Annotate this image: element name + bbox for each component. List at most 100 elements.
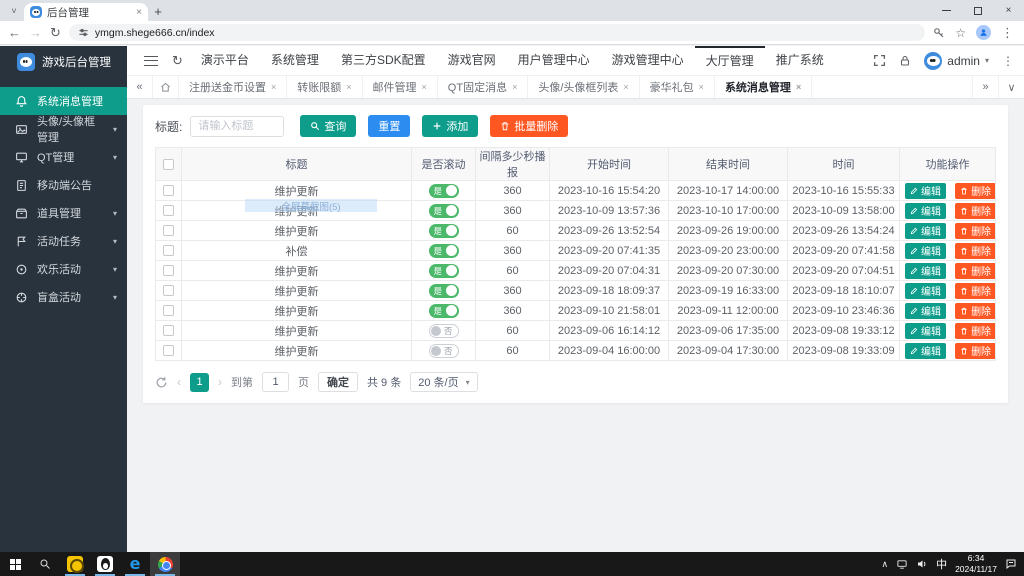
sidebar-item-system-messages[interactable]: 系统消息管理 [0, 87, 127, 115]
scroll-toggle[interactable]: 是 [428, 263, 459, 278]
row-checkbox[interactable] [163, 325, 174, 337]
close-icon[interactable]: × [271, 82, 276, 92]
lock-icon[interactable] [899, 55, 911, 67]
taskbar-clock[interactable]: 6:34 2024/11/17 [955, 553, 997, 574]
tab-close-icon[interactable]: × [136, 7, 142, 18]
volume-icon[interactable] [916, 558, 928, 570]
row-checkbox[interactable] [163, 285, 174, 297]
edit-button[interactable]: 编辑 [905, 182, 946, 199]
topnav-item-hall-manage[interactable]: 大厅管理 [694, 45, 765, 76]
batch-delete-button[interactable]: 批量删除 [490, 115, 569, 137]
reload-button[interactable]: ↻ [50, 26, 61, 39]
delete-button[interactable]: 删除 [955, 322, 995, 339]
sidebar-item-blindbox-activity[interactable]: 盲盒活动 ▾ [0, 283, 127, 311]
start-button[interactable] [0, 552, 30, 576]
site-info-icon[interactable] [78, 27, 89, 38]
tabs-scroll-right-button[interactable]: » [972, 76, 998, 98]
bookmark-star-icon[interactable]: ☆ [955, 27, 966, 39]
edit-button[interactable]: 编辑 [905, 302, 946, 319]
taskbar-app-duoduo[interactable] [60, 552, 90, 576]
taskbar-app-chrome[interactable] [150, 552, 180, 576]
delete-button[interactable]: 删除 [955, 342, 995, 359]
topnav-item-user-center[interactable]: 用户管理中心 [507, 46, 601, 76]
home-tab-button[interactable] [153, 76, 179, 98]
current-page-button[interactable]: 1 [190, 372, 209, 392]
fullscreen-icon[interactable] [873, 54, 886, 67]
prev-page-button[interactable]: ‹ [177, 375, 181, 389]
scroll-toggle[interactable]: 是 [428, 283, 459, 298]
title-filter-input[interactable] [190, 115, 285, 137]
select-all-checkbox[interactable] [163, 158, 174, 170]
row-checkbox[interactable] [163, 225, 174, 237]
delete-button[interactable]: 删除 [955, 262, 995, 279]
row-checkbox[interactable] [163, 305, 174, 317]
edit-button[interactable]: 编辑 [905, 202, 946, 219]
topnav-item-game-center[interactable]: 游戏管理中心 [601, 46, 695, 76]
delete-button[interactable]: 删除 [955, 242, 995, 259]
taskbar-search-button[interactable] [30, 552, 60, 576]
close-icon[interactable]: × [512, 82, 517, 92]
next-page-button[interactable]: › [218, 375, 222, 389]
minimize-button[interactable] [931, 0, 962, 21]
page-tab-luxury-pack[interactable]: 豪华礼包 × [640, 76, 715, 98]
topnav-item-sdk-config[interactable]: 第三方SDK配置 [330, 46, 437, 76]
row-checkbox[interactable] [163, 345, 174, 357]
ime-indicator[interactable]: 中 [936, 556, 947, 572]
topnav-item-system-manage[interactable]: 系统管理 [260, 46, 330, 76]
scroll-toggle[interactable]: 否 [428, 343, 459, 358]
delete-button[interactable]: 删除 [955, 202, 995, 219]
topnav-item-game-site[interactable]: 游戏官网 [437, 46, 507, 76]
sidebar-item-activity-tasks[interactable]: 活动任务 ▾ [0, 227, 127, 255]
reset-button[interactable]: 重置 [368, 115, 411, 137]
row-checkbox[interactable] [163, 205, 174, 217]
goto-page-input[interactable] [262, 372, 289, 392]
browser-menu-icon[interactable]: ⋮ [1001, 26, 1014, 39]
row-checkbox[interactable] [163, 265, 174, 277]
close-icon[interactable]: × [699, 82, 704, 92]
delete-button[interactable]: 删除 [955, 302, 995, 319]
delete-button[interactable]: 删除 [955, 182, 995, 199]
close-icon[interactable]: × [796, 82, 801, 92]
row-checkbox[interactable] [163, 185, 174, 197]
page-tab-system-msg-manage[interactable]: 系统消息管理 × [715, 76, 813, 98]
goto-confirm-button[interactable]: 确定 [318, 372, 358, 392]
close-window-button[interactable]: × [993, 0, 1024, 21]
page-tab-qt-fixed-msg[interactable]: QT固定消息 × [438, 76, 529, 98]
browser-profile-avatar[interactable] [976, 25, 991, 40]
refresh-page-button[interactable]: ↻ [172, 53, 183, 69]
scroll-toggle[interactable]: 是 [428, 223, 459, 238]
url-bar[interactable]: ymgm.shege666.cn/index [68, 24, 926, 41]
sidebar-item-mobile-notice[interactable]: 移动端公告 [0, 171, 127, 199]
edit-button[interactable]: 编辑 [905, 342, 946, 359]
topnav-item-promo-system[interactable]: 推广系统 [765, 46, 835, 76]
edit-button[interactable]: 编辑 [905, 262, 946, 279]
delete-button[interactable]: 删除 [955, 282, 995, 299]
tab-search-button[interactable]: ˅ [6, 3, 22, 19]
delete-button[interactable]: 删除 [955, 222, 995, 239]
edit-button[interactable]: 编辑 [905, 242, 946, 259]
sidebar-item-qt-manage[interactable]: QT管理 ▾ [0, 143, 127, 171]
refresh-list-button[interactable] [155, 376, 168, 389]
sidebar-item-avatar-frame[interactable]: 头像/头像框管理 ▾ [0, 115, 127, 144]
scroll-toggle[interactable]: 是 [428, 303, 459, 318]
admin-menu[interactable]: admin ▾ [924, 51, 989, 70]
row-checkbox[interactable] [163, 245, 174, 257]
new-tab-button[interactable]: + [148, 2, 168, 20]
close-icon[interactable]: × [346, 82, 351, 92]
edit-button[interactable]: 编辑 [905, 282, 946, 299]
network-icon[interactable] [896, 559, 908, 570]
close-icon[interactable]: × [422, 82, 427, 92]
topnav-item-demo-platform[interactable]: 演示平台 [190, 46, 260, 76]
back-button[interactable]: ← [8, 26, 21, 39]
page-tab-transfer-limit[interactable]: 转账限额 × [287, 76, 363, 98]
scroll-toggle[interactable]: 是 [428, 203, 459, 218]
page-tab-register-gold[interactable]: 注册送金币设置 × [179, 76, 288, 98]
edit-button[interactable]: 编辑 [905, 322, 946, 339]
close-icon[interactable]: × [623, 82, 628, 92]
tabs-menu-button[interactable]: ∨ [998, 76, 1024, 98]
page-tab-mail-manage[interactable]: 邮件管理 × [363, 76, 438, 98]
password-key-icon[interactable] [933, 27, 945, 39]
page-tab-avatar-list[interactable]: 头像/头像框列表 × [528, 76, 640, 98]
scroll-toggle[interactable]: 是 [428, 243, 459, 258]
page-size-select[interactable]: 20 条/页 ▾ [410, 372, 478, 392]
